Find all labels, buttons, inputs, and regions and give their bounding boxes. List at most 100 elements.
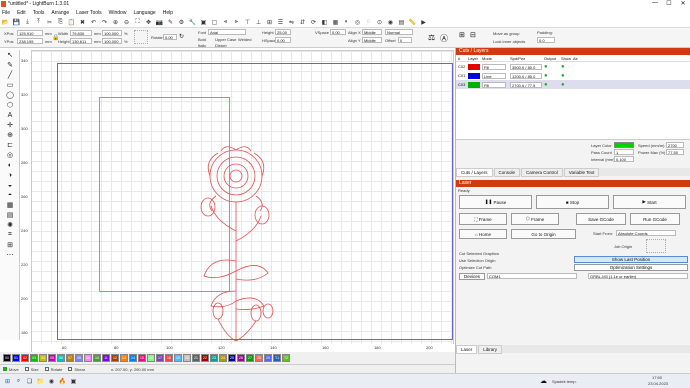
trace-tool-icon[interactable]: ⌗ bbox=[4, 230, 16, 240]
tab-console[interactable]: Console bbox=[493, 167, 521, 177]
menu-edit[interactable]: Edit bbox=[15, 10, 26, 16]
frame-button[interactable]: ⛶ Frame bbox=[459, 213, 507, 225]
move-mode-label[interactable]: Move bbox=[9, 367, 19, 372]
menu-window[interactable]: Window bbox=[107, 10, 127, 16]
pause-button[interactable]: ❚❚ Pause bbox=[459, 195, 532, 209]
open-icon[interactable]: 📂 bbox=[1, 18, 10, 27]
rotate-icon[interactable]: ↻ bbox=[179, 33, 184, 40]
palette-swatch[interactable]: 12 bbox=[111, 354, 119, 362]
grid-icon[interactable]: ▤ bbox=[397, 18, 406, 27]
padding-field[interactable]: 0.0 bbox=[537, 37, 555, 43]
menu-help[interactable]: Help bbox=[161, 10, 173, 16]
palette-swatch[interactable]: 02 bbox=[21, 354, 29, 362]
welded-checkbox[interactable]: Welded bbox=[238, 37, 252, 42]
speed-field[interactable]: 2700 bbox=[666, 142, 684, 148]
weld-icon[interactable]: ◎ bbox=[353, 18, 362, 27]
palette-swatch[interactable]: 17 bbox=[156, 354, 164, 362]
boolean-diff-icon[interactable]: ◒ bbox=[4, 180, 16, 190]
rotate-field[interactable]: 0.00 bbox=[163, 34, 177, 40]
palette-swatch[interactable]: 13 bbox=[120, 354, 128, 362]
upper-case-checkbox[interactable]: Upper Case bbox=[215, 37, 236, 42]
zoom-in-icon[interactable]: ⊕ bbox=[111, 18, 120, 27]
edit-nodes-icon[interactable]: ✎ bbox=[4, 60, 16, 70]
array-icon[interactable]: ▦ bbox=[331, 18, 340, 27]
trace-icon[interactable]: ✎ bbox=[166, 18, 175, 27]
height-percent-field[interactable]: 100.000 bbox=[102, 38, 122, 44]
use-selection-origin-checkbox[interactable]: Use Selection Origin bbox=[459, 258, 495, 263]
palette-swatch[interactable]: 15 bbox=[138, 354, 146, 362]
offset-tool-icon[interactable]: ◎ bbox=[4, 150, 16, 160]
show-last-position-button[interactable]: Show Last Position bbox=[574, 256, 688, 263]
start-button[interactable]: ▶ Start bbox=[613, 195, 686, 209]
paste-icon[interactable]: 📋 bbox=[67, 18, 76, 27]
node-icon[interactable]: ⊙ bbox=[375, 18, 384, 27]
palette-swatch[interactable]: 00 bbox=[3, 354, 11, 362]
flip-h-icon[interactable]: ⇋ bbox=[287, 18, 296, 27]
show-toggle-icon[interactable]: ● bbox=[561, 73, 573, 79]
maximize-button[interactable]: ☐ bbox=[662, 0, 676, 7]
save-gcode-button[interactable]: Save GCode bbox=[576, 213, 626, 225]
array-tool-icon[interactable]: ▦ bbox=[4, 200, 16, 210]
boolean-intersect-icon[interactable]: ◓ bbox=[4, 190, 16, 200]
ellipse-tool-icon[interactable]: ◯ bbox=[4, 90, 16, 100]
polygon-tool-icon[interactable]: ⬡ bbox=[4, 100, 16, 110]
measure-icon[interactable]: 📏 bbox=[408, 18, 417, 27]
palette-swatch[interactable]: 10 bbox=[93, 354, 101, 362]
palette-swatch[interactable]: 22 bbox=[201, 354, 209, 362]
menu-laser-tools[interactable]: Laser Tools bbox=[74, 10, 101, 16]
dock-icon[interactable]: ⊞ bbox=[4, 240, 16, 250]
menu-tools[interactable]: Tools bbox=[31, 10, 45, 16]
menu-arrange[interactable]: Arrange bbox=[49, 10, 69, 16]
layer-color-button[interactable] bbox=[614, 142, 634, 148]
tab-tool-icon[interactable]: ⊏ bbox=[4, 140, 16, 150]
port-select[interactable]: COM1 bbox=[487, 273, 577, 279]
power-field[interactable]: 77.50 bbox=[666, 149, 684, 155]
windows-start-icon[interactable]: ⊞ bbox=[3, 377, 12, 386]
preview-icon[interactable]: ▶ bbox=[419, 18, 428, 27]
close-button[interactable]: ✕ bbox=[676, 0, 690, 7]
palette-swatch[interactable]: 07 bbox=[66, 354, 74, 362]
pan-icon[interactable]: ✥ bbox=[144, 18, 153, 27]
align-left-icon[interactable]: ⫷ bbox=[221, 18, 230, 27]
cut-layer-row[interactable]: C01 Line 1200.0 / 85.0 ● ● bbox=[456, 71, 690, 80]
align-top-icon[interactable]: ⊤ bbox=[243, 18, 252, 27]
show-toggle-icon[interactable]: ● bbox=[561, 82, 573, 88]
hspace-field[interactable]: 0.00 bbox=[275, 37, 291, 43]
tab-laser[interactable]: Laser bbox=[456, 344, 478, 354]
layer-mode-select[interactable]: Fill bbox=[482, 81, 506, 88]
weld-tool-icon[interactable]: ◐ bbox=[4, 160, 16, 170]
menu-language[interactable]: Language bbox=[131, 10, 155, 16]
task-view-icon[interactable]: ❏ bbox=[25, 377, 34, 386]
palette-swatch[interactable]: 29 bbox=[264, 354, 272, 362]
export-icon[interactable]: ⤒ bbox=[34, 18, 43, 27]
cut-layer-row[interactable]: C02 Fill 3500.0 / 80.0 ● ● bbox=[456, 62, 690, 71]
devices-button[interactable]: Devices bbox=[459, 273, 485, 280]
go-to-origin-button[interactable]: Go to Origin bbox=[511, 229, 576, 239]
tab-library[interactable]: Library bbox=[478, 344, 503, 354]
rect-tool-icon[interactable]: ▭ bbox=[4, 80, 16, 90]
rotate-mode-label[interactable]: Rotate bbox=[51, 367, 63, 372]
job-origin-selector[interactable] bbox=[646, 239, 666, 253]
kerning-icon[interactable]: ⚖ bbox=[428, 33, 435, 42]
settings-icon[interactable]: ⚙ bbox=[177, 18, 186, 27]
align-y-select[interactable]: Middle bbox=[362, 37, 382, 43]
layer-mode-select[interactable]: Line bbox=[482, 72, 506, 79]
font-select[interactable]: Arial bbox=[208, 29, 246, 35]
ypos-field[interactable]: 238.195 bbox=[17, 38, 43, 44]
home-button[interactable]: ⌂ Home bbox=[459, 229, 507, 239]
lightburn-taskbar-icon[interactable]: 🔥 bbox=[58, 377, 67, 386]
layer-color-swatch[interactable] bbox=[468, 81, 480, 88]
optimization-settings-button[interactable]: Optimization Settings bbox=[574, 264, 688, 271]
align-center-icon[interactable]: ⊞ bbox=[265, 18, 274, 27]
mirror-icon[interactable]: ◧ bbox=[320, 18, 329, 27]
camera-icon[interactable]: 📷 bbox=[155, 18, 164, 27]
palette-swatch[interactable]: 06 bbox=[57, 354, 65, 362]
boolean-union-icon[interactable]: ◑ bbox=[4, 170, 16, 180]
grid-array-icon[interactable]: ▤ bbox=[4, 210, 16, 220]
palette-swatch[interactable]: 14 bbox=[129, 354, 137, 362]
file-explorer-icon[interactable]: 📁 bbox=[36, 377, 45, 386]
copy-icon[interactable]: ⎘ bbox=[56, 18, 65, 27]
optimize-cut-path-checkbox[interactable]: Optimize Cut Path bbox=[459, 265, 491, 270]
palette-swatch[interactable]: 11 bbox=[102, 354, 110, 362]
search-icon[interactable]: ⌕ bbox=[14, 377, 23, 386]
